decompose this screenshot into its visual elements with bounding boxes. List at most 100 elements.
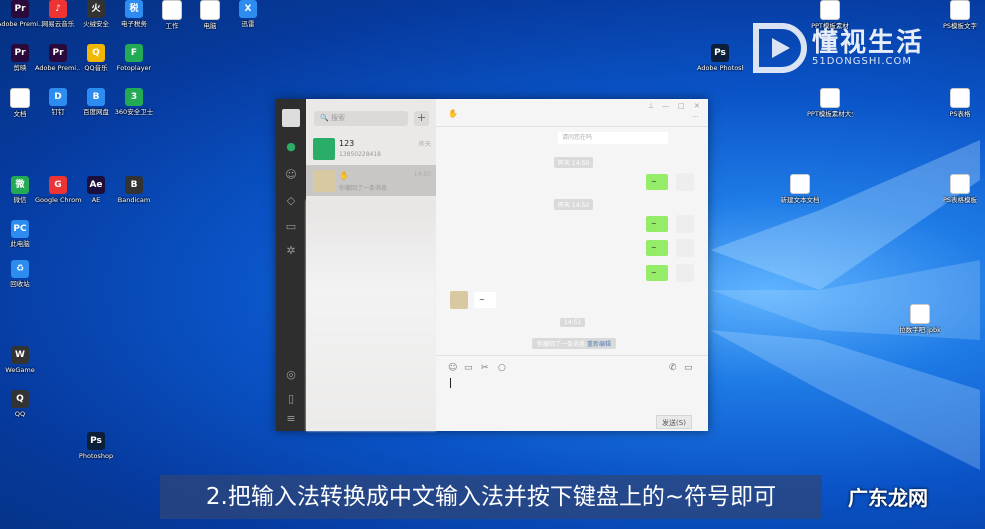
my-avatar (676, 239, 694, 257)
my-message[interactable]: ~ (646, 174, 668, 190)
message-input[interactable] (444, 375, 700, 411)
screenshot-icon[interactable]: ✂ (481, 363, 489, 373)
my-message[interactable]: ~ (646, 265, 668, 281)
chat-preview: 13850228418 (339, 151, 381, 158)
desktop-icon-glyph: X (239, 0, 257, 18)
desktop-icon[interactable]: G Google Chrome (35, 176, 81, 216)
wechat-sidebar: ● ☺ ◇ ▭ ✲ ◎ ▯ ≡ (276, 99, 306, 431)
desktop-icon[interactable]: W 新建文本文档 (780, 174, 820, 214)
miniprogram-icon[interactable]: ◎ (285, 369, 297, 381)
close-icon[interactable]: ✕ (694, 102, 700, 110)
desktop-icon[interactable]: ♻ 回收站 (0, 260, 40, 300)
desktop-icon-label: Google Chrome (35, 196, 81, 204)
desktop-icon[interactable]: W 文档 (0, 88, 40, 128)
favorites-icon[interactable]: ◇ (285, 195, 297, 207)
contacts-icon[interactable]: ☺ (285, 169, 297, 181)
emoji-icon[interactable]: ☺ (448, 363, 457, 373)
desktop-icon[interactable]: B 百度网盘 (76, 88, 116, 128)
top-notice: 请问您在吗 (558, 132, 668, 144)
desktop-icon[interactable]: F Fotoplayer (114, 44, 154, 84)
desktop-icon-label: 回收站 (10, 280, 30, 288)
chat-panel: ✋ ⊥ — □ ✕ ··· 请问您在吗 昨天 14:50 ~ 昨天 14:52 … (436, 99, 708, 431)
desktop-icon[interactable]: W 工作 (152, 0, 192, 40)
my-avatar (676, 173, 694, 191)
search-placeholder: 搜索 (330, 114, 345, 122)
desktop-icon-label: Fotoplayer (116, 64, 152, 72)
desktop-icon-glyph: Ps (87, 432, 105, 450)
chat-list: 🔍 搜索 + 123 13850228418 昨天 ✋ 你撤回了一条消息 14:… (306, 99, 436, 431)
files-icon[interactable]: ▭ (285, 221, 297, 233)
desktop-icon-label: PPT模板素材大全 (807, 110, 853, 118)
search-input[interactable]: 🔍 搜索 (314, 111, 408, 126)
desktop-icon[interactable]: W 电脑 (190, 0, 230, 40)
desktop-icon[interactable]: X 迅雷 (228, 0, 268, 40)
voice-call-icon[interactable]: ✆ (669, 363, 677, 373)
wechat-window: ● ☺ ◇ ▭ ✲ ◎ ▯ ≡ 🔍 搜索 + 123 13850228418 昨… (276, 99, 708, 431)
desktop-icon[interactable]: Ps Photoshop (76, 432, 116, 472)
desktop-icon[interactable]: X PS表格 (940, 88, 980, 128)
chat-time: 昨天 (418, 141, 431, 148)
recall-text: 你撤回了一条消息 (537, 341, 586, 348)
desktop-icon-glyph: Ps (950, 0, 970, 20)
my-message[interactable]: ~ (646, 240, 668, 256)
video-call-icon[interactable]: ▭ (684, 363, 693, 373)
menu-icon[interactable]: ≡ (285, 413, 297, 425)
chat-title: ✋ (448, 109, 458, 118)
contact-message[interactable]: ~ (474, 292, 496, 308)
chat-icon[interactable]: ● (285, 141, 297, 153)
chat-item-123[interactable]: 123 13850228418 昨天 (306, 133, 436, 164)
desktop-icon[interactable]: Pr Adobe Premi... (35, 44, 81, 84)
desktop-icon-label: QQ音乐 (84, 64, 108, 72)
my-message[interactable]: ~ (646, 216, 668, 232)
desktop-icon[interactable]: B Bandicam (114, 176, 154, 216)
chat-name: ✋ (339, 171, 349, 180)
title-divider (436, 126, 708, 127)
desktop-icon-label: 拉数字吧.jpbk (899, 326, 941, 334)
reedit-link[interactable]: 重新编辑 (587, 341, 611, 348)
desktop-icon[interactable]: W 拉数字吧.jpbk (899, 304, 941, 344)
desktop-icon-glyph: D (49, 88, 67, 106)
desktop-icon-glyph: 微 (11, 176, 29, 194)
desktop-icon-label: PS表格模板 (942, 196, 978, 204)
desktop-icon[interactable]: Pr 剪映 (0, 44, 40, 84)
send-button[interactable]: 发送(S) (656, 415, 692, 429)
desktop-icon[interactable]: X PS表格模板 (940, 174, 980, 214)
phone-icon[interactable]: ▯ (285, 393, 297, 405)
chat-list-blurred (306, 200, 436, 431)
desktop-icon[interactable]: 税电子税务 (114, 0, 154, 40)
desktop-icon[interactable]: 微微信 (0, 176, 40, 216)
desktop-icon-glyph: W (11, 346, 29, 364)
desktop-icon-label: 网易云音乐 (41, 20, 75, 28)
desktop-icon-glyph: PC (11, 220, 29, 238)
my-avatar (676, 215, 694, 233)
desktop-icon[interactable]: D 钉钉 (38, 88, 78, 128)
desktop-icon[interactable]: ♪ 网易云音乐 (38, 0, 78, 40)
desktop-icon-glyph: X (950, 174, 970, 194)
desktop-icon-glyph: 税 (125, 0, 143, 18)
user-avatar[interactable] (282, 109, 300, 127)
file-icon[interactable]: ▭ (464, 363, 473, 373)
desktop-icon-glyph: W (910, 304, 930, 324)
desktop-icon[interactable]: Pr Adobe Premi... (0, 0, 43, 40)
desktop-icon[interactable]: PC 此电脑 (0, 220, 40, 260)
desktop-icon-label: WeGame (5, 366, 35, 374)
pin-icon[interactable]: ⊥ (648, 102, 654, 110)
desktop-icon[interactable]: Ps Adobe Photosh... (697, 44, 743, 84)
desktop-icon[interactable]: Ae AE (76, 176, 116, 216)
maximize-icon[interactable]: □ (678, 102, 685, 110)
add-button[interactable]: + (414, 111, 429, 126)
desktop-icon[interactable]: W PPT模板素材大全 (807, 88, 853, 128)
desktop-icon[interactable]: 3 360安全卫士 (114, 88, 154, 128)
minimize-icon[interactable]: — (662, 102, 669, 110)
moments-icon[interactable]: ✲ (285, 245, 297, 257)
watermark-bottom: 广东龙网 (848, 486, 928, 510)
chat-item-selected[interactable]: ✋ 你撤回了一条消息 14:50 (306, 165, 436, 196)
desktop-icon[interactable]: 火火绒安全 (76, 0, 116, 40)
chat-history-icon[interactable]: ○ (498, 363, 506, 373)
desktop-icon[interactable]: Q QQ音乐 (76, 44, 116, 84)
desktop-icon[interactable]: W WeGame (0, 346, 40, 386)
desktop-icon[interactable]: Q QQ (0, 390, 40, 430)
desktop-icon-label: 此电脑 (10, 240, 30, 248)
desktop-icon-label: Adobe Photosh... (697, 64, 743, 72)
more-icon[interactable]: ··· (692, 113, 699, 121)
